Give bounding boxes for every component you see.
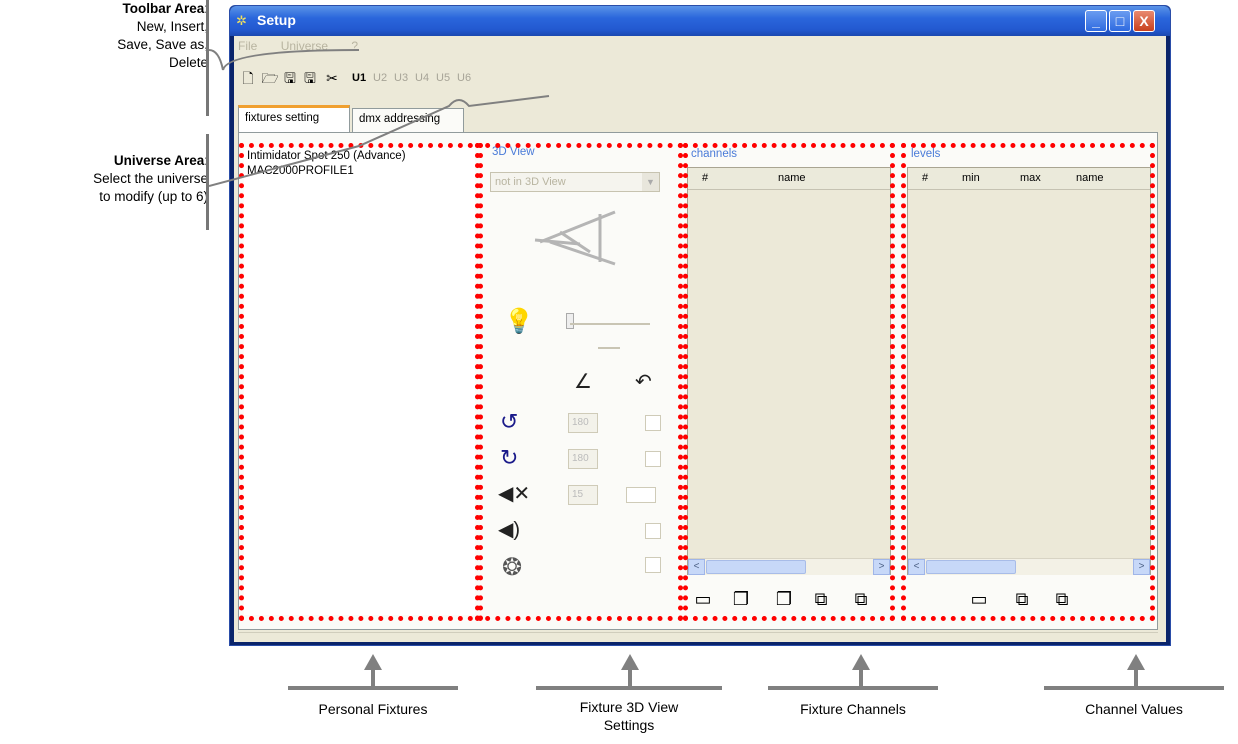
universe-area-line-1: Select the universe [93,171,208,186]
channel-values-callout: Channel Values [1085,701,1183,717]
fixture-channels-bar [768,686,938,690]
toolbar-area-title: Toolbar Area [122,1,205,16]
universe-u6[interactable]: U6 [457,72,471,84]
universe-area-title: Universe Area [113,153,205,168]
fixture-3d-view-pointer [628,668,632,688]
fixture-3d-view-callout: Fixture 3D View Settings [536,698,722,734]
3d-view-highlight [475,143,683,621]
universe-area-line-2: to modify (up to 6) [99,189,208,204]
toolbar-area-line-1: New, Insert, [136,19,208,34]
universe-u2[interactable]: U2 [373,72,387,84]
channel-values-bar [1044,686,1224,690]
toolbar-brace [209,49,360,71]
universe-u3[interactable]: U3 [394,72,408,84]
fixtures-setting-panel: Intimidator Spot 250 (Advance) MAC2000PR… [238,132,1158,630]
fixture-3d-view-bar [536,686,722,690]
personal-fixtures-bar [288,686,458,690]
minimize-button[interactable]: _ [1085,10,1107,32]
close-button[interactable]: X [1133,10,1155,32]
fixture-channels-callout: Fixture Channels [800,701,906,717]
fixture-channels-pointer [859,668,863,688]
personal-fixtures-pointer [371,668,375,688]
app-icon: ✲ [236,13,247,28]
personal-fixtures-callout: Personal Fixtures [318,701,428,717]
levels-highlight [901,143,1155,621]
fixture-3d-view-callout-line-1: Fixture 3D View [579,699,679,715]
title-bar[interactable]: ✲ Setup _ □ X [230,6,1170,36]
universe-area-annotation: Universe Area: Select the universe to mo… [10,152,208,206]
status-bar [238,632,1158,640]
toolbar-area-line-3: Delete [168,55,208,70]
personal-fixtures-highlight [239,143,483,621]
window-title: Setup [257,12,296,28]
toolbar-area-line-2: Save, Save as, [117,37,208,52]
fixture-3d-view-callout-line-2: Settings [603,717,655,733]
universe-u5[interactable]: U5 [436,72,450,84]
universe-brace [209,95,550,187]
toolbar-area-annotation: Toolbar Area: New, Insert, Save, Save as… [20,0,208,72]
universe-u4[interactable]: U4 [415,72,429,84]
channel-values-pointer [1134,668,1138,688]
channels-highlight [683,143,895,621]
maximize-button[interactable]: □ [1109,10,1131,32]
